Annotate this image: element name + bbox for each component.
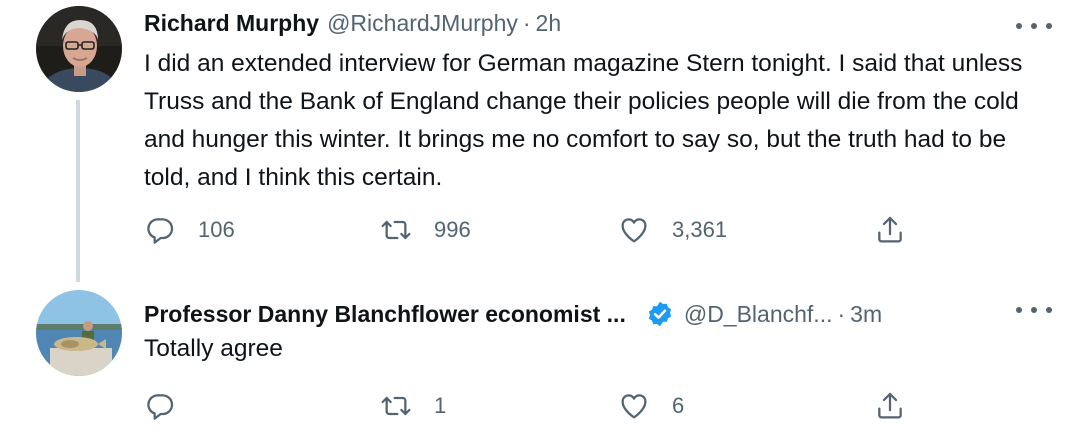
thread-line [76, 100, 80, 282]
reply-button[interactable]: 106 [144, 212, 235, 248]
like-icon [621, 218, 647, 243]
like-button[interactable]: 3,361 [618, 212, 727, 248]
like-count: 3,361 [672, 217, 728, 242]
tweet-header: Professor Danny Blanchflower economist .… [144, 294, 882, 328]
author-handle[interactable]: @RichardJMurphy [327, 10, 518, 37]
reply-icon [147, 394, 174, 420]
tweet-actions: 106 996 3,361 [144, 212, 914, 248]
reply-count: 106 [198, 217, 235, 242]
more-icon[interactable] [1016, 14, 1052, 38]
author-handle[interactable]: @D_Blanchf... [684, 301, 833, 328]
retweet-button[interactable]: 996 [380, 212, 471, 248]
timestamp[interactable]: 3m [850, 301, 882, 328]
tweet-danny-blanchflower[interactable]: Professor Danny Blanchflower economist .… [0, 270, 1082, 434]
author-name[interactable]: Professor Danny Blanchflower economist .… [144, 301, 626, 328]
retweet-count: 1 [434, 393, 447, 418]
reply-button[interactable] [144, 388, 198, 424]
avatar[interactable] [36, 290, 122, 376]
separator: · [522, 10, 531, 36]
more-icon[interactable] [1016, 298, 1052, 322]
retweet-button[interactable]: 1 [380, 388, 446, 424]
tweet-header: Richard Murphy @RichardJMurphy · 2h [144, 10, 561, 37]
timestamp[interactable]: 2h [536, 10, 562, 37]
avatar[interactable] [36, 6, 122, 92]
like-button[interactable]: 6 [618, 388, 684, 424]
tweet-text: Totally agree [144, 335, 283, 362]
like-count: 6 [672, 393, 685, 418]
tweet-richard-murphy[interactable]: Richard Murphy @RichardJMurphy · 2h I di… [0, 0, 1082, 282]
reply-icon [147, 218, 174, 244]
verified-badge-icon [646, 300, 674, 328]
separator: · [837, 301, 846, 327]
share-button[interactable] [874, 212, 906, 248]
retweet-icon [381, 220, 411, 240]
tweet-actions: 1 6 [144, 388, 914, 424]
tweet-text: I did an extended interview for German m… [144, 50, 1023, 191]
like-icon [621, 394, 647, 419]
retweet-count: 996 [434, 217, 471, 242]
retweet-icon [381, 396, 411, 416]
share-icon [878, 392, 902, 419]
share-button[interactable] [874, 388, 906, 424]
share-icon [878, 216, 902, 243]
author-name[interactable]: Richard Murphy [144, 10, 319, 37]
